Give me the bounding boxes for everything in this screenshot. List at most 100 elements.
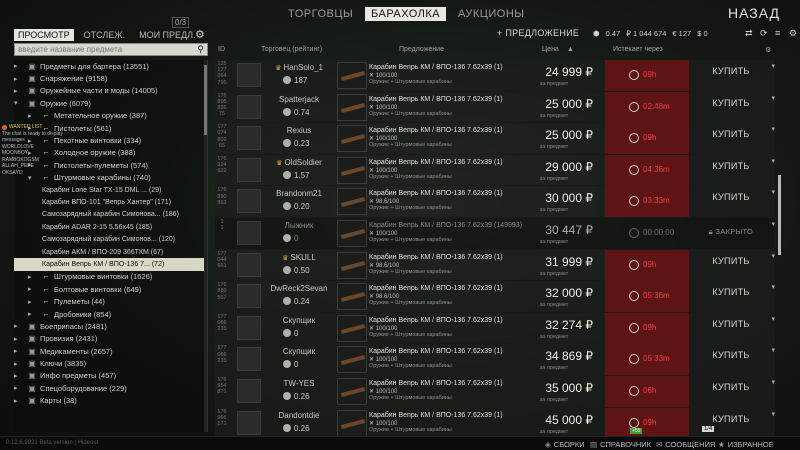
item-image[interactable]	[337, 125, 367, 153]
handbook-button[interactable]: ▤ СПРАВОЧНИК	[590, 440, 651, 449]
tab-browse[interactable]: ПРОСМОТР	[14, 29, 74, 41]
refresh-icon[interactable]: ⟳	[760, 28, 768, 39]
chevron-right-icon[interactable]: ▸	[14, 322, 24, 330]
settings-icon[interactable]: ⚙	[765, 46, 771, 54]
tab-flea-market[interactable]: БАРАХОЛКА	[365, 7, 447, 21]
chevron-right-icon[interactable]: ▸	[28, 273, 38, 281]
category-item[interactable]: ▸ ⌐ Дробовики (854)	[14, 308, 207, 320]
chevron-right-icon[interactable]: ▸	[28, 285, 38, 293]
trader-name[interactable]: TW-YES	[265, 379, 333, 388]
offer-row[interactable]: 177 074 802 65 Rexius 0.23 Карабин Вепрь КМ / …	[215, 123, 775, 155]
buy-button[interactable]: КУПИТЬ	[699, 161, 763, 171]
trader-name[interactable]: Spatterjack	[265, 95, 333, 104]
item-image[interactable]	[337, 314, 367, 342]
offer-row[interactable]: 177 044 661 ♛ SKULL 0.50 Карабин Вепрь КМ / ВП…	[215, 249, 775, 282]
category-item[interactable]: ▸ ⌐ Метательное оружие (387)	[14, 110, 207, 122]
category-item[interactable]: Самозарядный карабин Симонов... (120)	[14, 233, 207, 245]
buy-button[interactable]: КУПИТЬ	[699, 287, 763, 297]
offer-row[interactable]: 176 890 863 Brandonm21 0.20 Карабин Вепрь КМ …	[215, 186, 775, 218]
item-image[interactable]	[337, 93, 367, 121]
category-item[interactable]: ▸ ▣ Инфо предметы (457)	[14, 370, 207, 382]
item-image[interactable]	[337, 251, 367, 279]
tab-my-offers[interactable]: МОИ ПРЕДЛ.	[135, 29, 199, 41]
chevron-right-icon[interactable]: ▸	[14, 360, 24, 368]
offers-scrollbar[interactable]	[778, 60, 782, 432]
category-item[interactable]: ▸ ▣ Снаряжение (9158)	[14, 72, 207, 84]
item-image[interactable]	[337, 409, 367, 437]
filter-icon[interactable]: ≡	[775, 28, 780, 38]
messages-button[interactable]: ✉ СООБЩЕНИЯ	[656, 440, 715, 449]
chevron-right-icon[interactable]: ▸	[28, 112, 38, 120]
trader-name[interactable]: Скупщик	[265, 347, 333, 356]
col-offer[interactable]: Предложение	[399, 46, 444, 53]
chevron-down-icon[interactable]: ▾	[771, 315, 775, 323]
col-price[interactable]: Цена	[542, 46, 559, 53]
trader-name[interactable]: Dandontdie	[265, 411, 333, 420]
offer-row[interactable]: 176 966 171 Dandontdie 0.26 Карабин Вепрь КМ …	[215, 407, 775, 440]
trader-name[interactable]: Brandonm21	[265, 189, 333, 198]
chevron-down-icon[interactable]: ▾	[771, 94, 775, 102]
item-image[interactable]	[337, 283, 367, 311]
trader-name[interactable]: Rexius	[265, 126, 333, 135]
chevron-right-icon[interactable]: ▸	[14, 62, 24, 70]
offer-row[interactable]: 176 954 871 TW-YES 0.26 Карабин Вепрь КМ / ВП…	[215, 375, 775, 408]
search-icon[interactable]: ⚲	[197, 44, 204, 55]
offer-row[interactable]: 177 086 235 Скупщик 0 Карабин Вепрь КМ / ВПО-…	[215, 312, 775, 345]
category-item[interactable]: ▸ ▣ Карты (38)	[14, 395, 207, 407]
chevron-down-icon[interactable]: ▾	[771, 220, 775, 228]
buy-button[interactable]: КУПИТЬ	[699, 98, 763, 108]
category-item[interactable]: Карабин ADAR 2-15 5.56x45 (185)	[14, 221, 207, 233]
sort-up-icon[interactable]: ▲	[567, 46, 574, 53]
trader-name[interactable]: Скупщик	[265, 316, 333, 325]
chevron-right-icon[interactable]: ▸	[14, 87, 24, 95]
favorites-button[interactable]: ★ ИЗБРАННОЕ	[718, 440, 774, 449]
col-trader[interactable]: Торговец (рейтинг)	[261, 46, 322, 53]
chevron-down-icon[interactable]: ▾	[771, 188, 775, 196]
buy-button[interactable]: КУПИТЬ	[699, 350, 763, 360]
chevron-down-icon[interactable]: ▾	[14, 99, 24, 107]
buy-button[interactable]: КУПИТЬ	[699, 192, 763, 202]
category-scroll-thumb[interactable]	[204, 65, 207, 135]
buy-button[interactable]: КУПИТЬ	[699, 319, 763, 329]
category-item[interactable]: ▸ ▣ Ключи (3835)	[14, 357, 207, 369]
chevron-right-icon[interactable]: ▸	[14, 384, 24, 392]
category-item[interactable]: ▸ ▣ Провизия (2431)	[14, 333, 207, 345]
chevron-right-icon[interactable]: ▸	[14, 372, 24, 380]
chevron-right-icon[interactable]: ▸	[14, 75, 24, 83]
category-item[interactable]: Карабин ВПО-101 "Вепрь Хантер" (171)	[14, 196, 207, 208]
trader-name[interactable]: ♛ HanSolo_1	[265, 63, 333, 72]
buy-button[interactable]: КУПИТЬ	[699, 256, 763, 266]
chevron-down-icon[interactable]: ▾	[771, 283, 775, 291]
offer-row[interactable]: 176 924 622 ♛ OldSoldier 1.57 Карабин Вепрь КМ…	[215, 154, 775, 187]
tab-auctions[interactable]: АУКЦИОНЫ	[458, 8, 525, 20]
category-item[interactable]: ▸ ▣ Медикаменты (2657)	[14, 345, 207, 357]
buy-button[interactable]: КУПИТЬ	[699, 382, 763, 392]
item-image[interactable]	[337, 219, 367, 247]
offer-row[interactable]: 176 895 836 75 Spatterjack 0.74 Карабин Вепрь …	[215, 91, 775, 124]
chevron-down-icon[interactable]: ▾	[771, 346, 775, 354]
col-id[interactable]: ID	[218, 46, 225, 53]
chevron-right-icon[interactable]: ▸	[28, 298, 38, 306]
category-scrollbar[interactable]	[204, 60, 207, 432]
trader-name[interactable]: ♛ OldSoldier	[265, 158, 333, 167]
buy-button[interactable]: КУПИТЬ	[699, 129, 763, 139]
category-item[interactable]: ▾ ▣ Оружие (6079)	[14, 97, 207, 109]
item-image[interactable]	[337, 377, 367, 405]
col-expires[interactable]: Истекает через	[613, 46, 663, 53]
buy-button[interactable]: КУПИТЬ	[699, 414, 763, 424]
category-item[interactable]: Карабин Lone Star TX-15 DML ... (29)	[14, 184, 207, 196]
tab-traders[interactable]: ТОРГОВЦЫ	[288, 8, 353, 20]
offer-row[interactable]: 1 1 Лыжник 0 Карабин Вепрь КМ / ВПО-136 7.62…	[215, 217, 775, 250]
autoselect-icon[interactable]: ⇄	[745, 28, 753, 39]
chevron-down-icon[interactable]: ▾	[771, 157, 775, 165]
add-offer-button[interactable]: + ПРЕДЛОЖЕНИЕ	[497, 28, 579, 38]
chevron-down-icon[interactable]: ▾	[771, 125, 775, 133]
chevron-right-icon[interactable]: ▸	[28, 310, 38, 318]
category-item[interactable]: Карабин АКМ / ВПО-209 366ТКМ (67)	[14, 246, 207, 258]
builds-button[interactable]: ◈ СБОРКИ	[545, 440, 585, 449]
category-item[interactable]: ▸ ▣ Боеприпасы (2481)	[14, 320, 207, 332]
chevron-right-icon[interactable]: ▸	[14, 397, 24, 405]
category-item[interactable]: ▸ ▣ Предметы для бартера (13551)	[14, 60, 207, 72]
offer-row[interactable]: 176 880 567 DwReck2Sevan 0.24 Карабин Вепрь К…	[215, 281, 775, 313]
category-item[interactable]: ▸ ⌐ Пулеметы (44)	[14, 295, 207, 307]
